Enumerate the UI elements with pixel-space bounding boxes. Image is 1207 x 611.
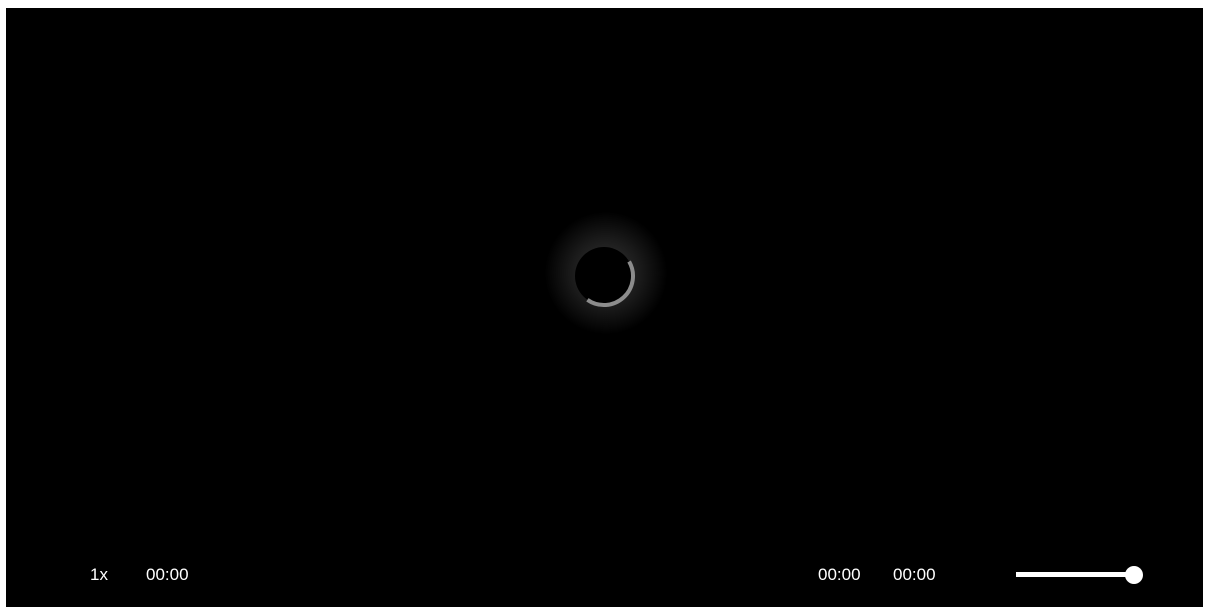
duration-display: 00:00	[893, 565, 936, 584]
video-player[interactable]: 1x 00:00 00:00 00:00	[6, 8, 1203, 607]
playback-speed-button[interactable]: 1x	[90, 565, 108, 585]
loading-spinner-icon	[575, 247, 635, 308]
time-display: 00:00	[818, 565, 861, 584]
control-bar: 1x 00:00 00:00 00:00	[6, 556, 1203, 596]
volume-track[interactable]	[1016, 572, 1134, 577]
current-time: 00:00	[146, 565, 189, 584]
volume-slider[interactable]	[1014, 566, 1144, 584]
volume-thumb[interactable]	[1125, 566, 1143, 584]
